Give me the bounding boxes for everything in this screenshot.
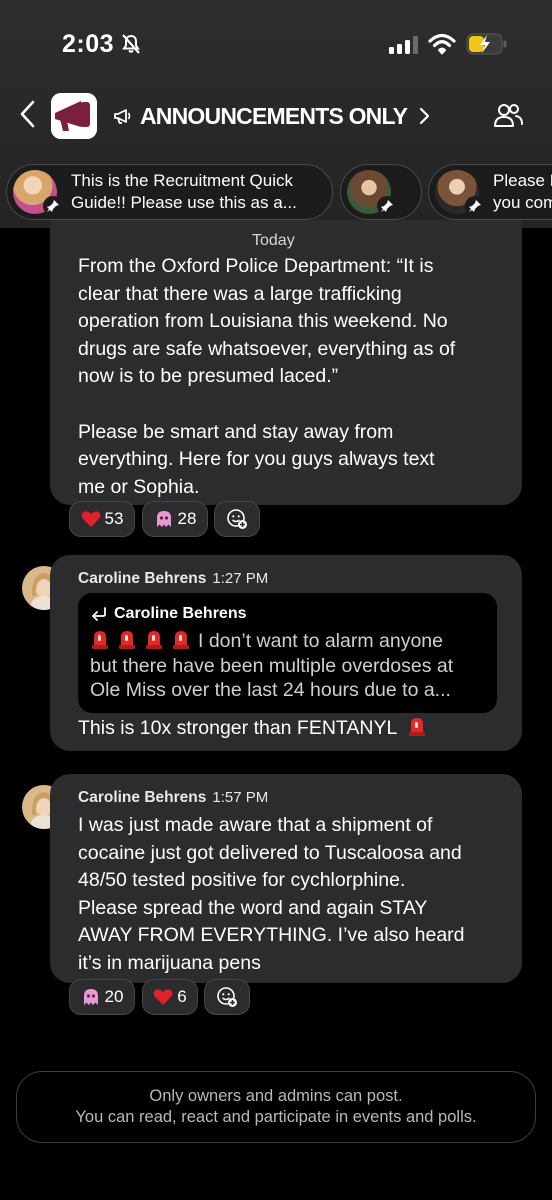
sender-line: Caroline Behrens 1:27 PM bbox=[78, 570, 268, 588]
avatar bbox=[435, 170, 485, 216]
siren-icon bbox=[173, 631, 189, 649]
quoted-reply[interactable]: Caroline Behrens I don’t want to alarm a… bbox=[78, 593, 497, 713]
megaphone-logo-icon bbox=[51, 93, 97, 139]
message-line: everything. Here for you guys always tex… bbox=[78, 448, 435, 471]
reaction-ghost[interactable]: 28 bbox=[142, 501, 208, 537]
quote-line: Ole Miss over the last 24 hours due to a… bbox=[90, 679, 451, 701]
megaphone-icon bbox=[114, 109, 131, 124]
add-emoji-icon bbox=[217, 987, 237, 1007]
pin-icon bbox=[469, 200, 481, 212]
group-title-text: ANNOUNCEMENTS ONLY bbox=[140, 102, 408, 129]
message-line: now is to be presumed laced.” bbox=[78, 365, 339, 388]
message-line: This is 10x stronger than FENTANYL bbox=[78, 717, 398, 739]
siren-icon bbox=[146, 631, 162, 649]
pinned-text-line: you com bbox=[493, 193, 552, 212]
notice-line: Only owners and admins can post. bbox=[149, 1087, 403, 1105]
message-text: From the Oxford Police Department: “It i… bbox=[78, 253, 455, 501]
pinned-text: This is the Recruitment Quick Guide!! Pl… bbox=[71, 170, 297, 214]
avatar bbox=[347, 170, 397, 216]
reaction-heart[interactable]: 53 bbox=[69, 501, 135, 537]
siren-icon bbox=[92, 631, 108, 649]
pinned-text-line: Guide!! Please use this as a... bbox=[71, 193, 297, 212]
pinned-message[interactable]: This is the Recruitment Quick Guide!! Pl… bbox=[6, 164, 333, 220]
posting-restriction-notice: Only owners and admins can post. You can… bbox=[16, 1071, 536, 1143]
message-line: 48/50 tested positive for cychlorphine. bbox=[78, 869, 406, 892]
sender-line: Caroline Behrens 1:57 PM bbox=[78, 789, 268, 807]
quote-header: Caroline Behrens bbox=[90, 605, 246, 623]
message-line: clear that there was a large trafficking bbox=[78, 282, 402, 305]
ghost-icon bbox=[156, 511, 171, 527]
message-line: drugs are safe whatsoever, everything as… bbox=[78, 337, 456, 360]
siren-icon bbox=[409, 718, 426, 736]
message-time: 1:57 PM bbox=[212, 789, 269, 806]
members-icon[interactable] bbox=[492, 100, 524, 132]
message-line: me or Sophia. bbox=[78, 475, 200, 498]
cellular-signal-icon bbox=[389, 36, 418, 54]
message-text: This is 10x stronger than FENTANYL bbox=[78, 715, 434, 743]
pin-badge bbox=[377, 196, 397, 216]
reaction-count: 6 bbox=[177, 987, 187, 1006]
reaction-ghost[interactable]: 20 bbox=[69, 979, 135, 1015]
pin-icon bbox=[47, 200, 59, 212]
pin-badge bbox=[465, 196, 485, 216]
group-avatar[interactable] bbox=[51, 93, 97, 139]
message-line: I was just made aware that a shipment of bbox=[78, 814, 433, 836]
message-line: operation from Louisiana this weekend. N… bbox=[78, 310, 448, 333]
reaction-count: 53 bbox=[104, 509, 124, 528]
message-line: From the Oxford Police Department: “It i… bbox=[78, 255, 434, 277]
pinned-messages-row[interactable]: This is the Recruitment Quick Guide!! Pl… bbox=[0, 164, 552, 220]
quote-line: I don’t want to alarm anyone bbox=[90, 628, 453, 654]
message-time: 1:27 PM bbox=[212, 570, 269, 587]
add-reaction-button[interactable] bbox=[204, 979, 250, 1015]
ghost-icon bbox=[83, 989, 98, 1005]
quote-text: I don’t want to alarm anyone but there h… bbox=[90, 628, 453, 703]
pinned-text: Please E you com bbox=[493, 170, 552, 214]
avatar bbox=[13, 170, 63, 216]
pin-badge bbox=[43, 196, 63, 216]
wifi-icon bbox=[428, 33, 456, 55]
add-emoji-icon bbox=[227, 509, 247, 529]
sender-name: Caroline Behrens bbox=[78, 570, 207, 587]
message-line: it’s in marijuana pens bbox=[78, 951, 261, 974]
reply-arrow-icon bbox=[92, 607, 106, 621]
reaction-heart[interactable]: 6 bbox=[142, 979, 198, 1015]
message-line: Please spread the word and again STAY bbox=[78, 896, 428, 919]
pinned-text-line: This is the Recruitment Quick bbox=[71, 171, 294, 190]
reaction-count: 28 bbox=[177, 509, 197, 528]
pin-icon bbox=[381, 200, 393, 212]
date-separator: Today bbox=[252, 232, 295, 249]
quote-line: but there have been multiple overdoses a… bbox=[90, 654, 454, 677]
message-line: Please be smart and stay away from bbox=[78, 420, 394, 443]
pinned-text-line: Please E bbox=[493, 171, 552, 190]
message-text: I was just made aware that a shipment of… bbox=[78, 812, 465, 978]
pinned-message[interactable]: Please E you com bbox=[428, 164, 552, 220]
add-reaction-button[interactable] bbox=[214, 501, 260, 537]
message-line: AWAY FROM EVERYTHING. I’ve also heard bbox=[78, 924, 465, 947]
quote-sender-name: Caroline Behrens bbox=[114, 605, 247, 622]
status-time: 2:03 bbox=[62, 30, 115, 58]
heart-icon bbox=[153, 989, 173, 1005]
pinned-message[interactable] bbox=[340, 164, 422, 220]
sender-name: Caroline Behrens bbox=[78, 789, 207, 806]
back-button[interactable] bbox=[16, 97, 40, 131]
bell-off-icon bbox=[122, 34, 140, 54]
battery-charging-icon bbox=[466, 33, 507, 55]
reaction-count: 20 bbox=[104, 987, 124, 1006]
quote-line-text: I don’t want to alarm anyone bbox=[198, 630, 443, 652]
message-line: cocaine just got delivered to Tuscaloosa… bbox=[78, 841, 462, 864]
heart-icon bbox=[81, 511, 100, 527]
notice-line: You can read, react and participate in e… bbox=[75, 1108, 477, 1126]
chevron-right-icon bbox=[420, 107, 430, 125]
siren-icon bbox=[119, 631, 135, 649]
group-title[interactable]: ANNOUNCEMENTS ONLY bbox=[112, 100, 431, 132]
